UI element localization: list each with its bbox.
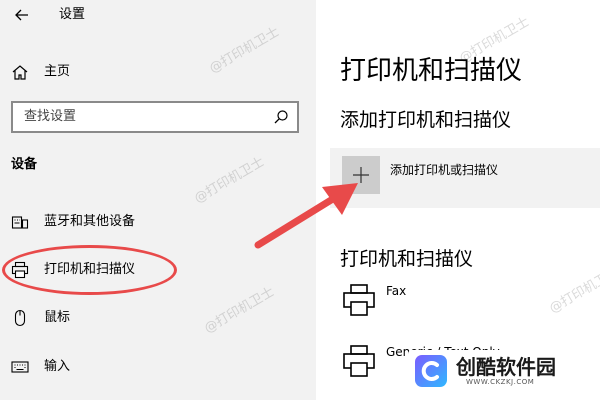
page-title: 打印机和扫描仪 [340, 56, 523, 86]
printer-name: Fax [386, 284, 407, 298]
brand-watermark: 创酷软件园 WWW.CKZKJ.COM [408, 350, 588, 392]
printer-icon [342, 344, 376, 378]
add-printer-label: 添加打印机或扫描仪 [390, 163, 499, 177]
annotation-arrow [250, 175, 370, 255]
search-input[interactable]: 查找设置 [11, 101, 299, 133]
add-section-title: 添加打印机和扫描仪 [340, 109, 512, 131]
back-arrow-icon[interactable] [13, 6, 31, 24]
sidebar-item-home[interactable]: 主页 [0, 52, 316, 92]
keyboard-icon [11, 358, 29, 376]
section-heading: 设备 [11, 157, 38, 172]
sidebar-item-input[interactable]: 输入 [0, 347, 316, 387]
search-icon[interactable] [273, 109, 289, 125]
home-icon [11, 63, 29, 81]
printer-item-fax[interactable]: Fax [340, 283, 600, 333]
sidebar-item-label: 输入 [44, 359, 71, 374]
sidebar-item-label: 主页 [44, 64, 71, 79]
search-placeholder: 查找设置 [24, 109, 77, 124]
mouse-icon [11, 309, 29, 327]
sidebar-item-mouse[interactable]: 鼠标 [0, 298, 316, 338]
printer-icon [342, 283, 376, 317]
add-printer-button[interactable]: 添加打印机或扫描仪 [330, 148, 600, 208]
sidebar-item-label: 蓝牙和其他设备 [44, 214, 136, 229]
highlight-annotation [2, 245, 177, 295]
brand-url: WWW.CKZKJ.COM [466, 378, 535, 386]
brand-name: 创酷软件园 [456, 355, 556, 379]
brand-logo [414, 354, 448, 388]
keyboard-devices-icon [11, 213, 29, 231]
sidebar-item-label: 鼠标 [44, 310, 71, 325]
window-title: 设置 [59, 7, 86, 22]
